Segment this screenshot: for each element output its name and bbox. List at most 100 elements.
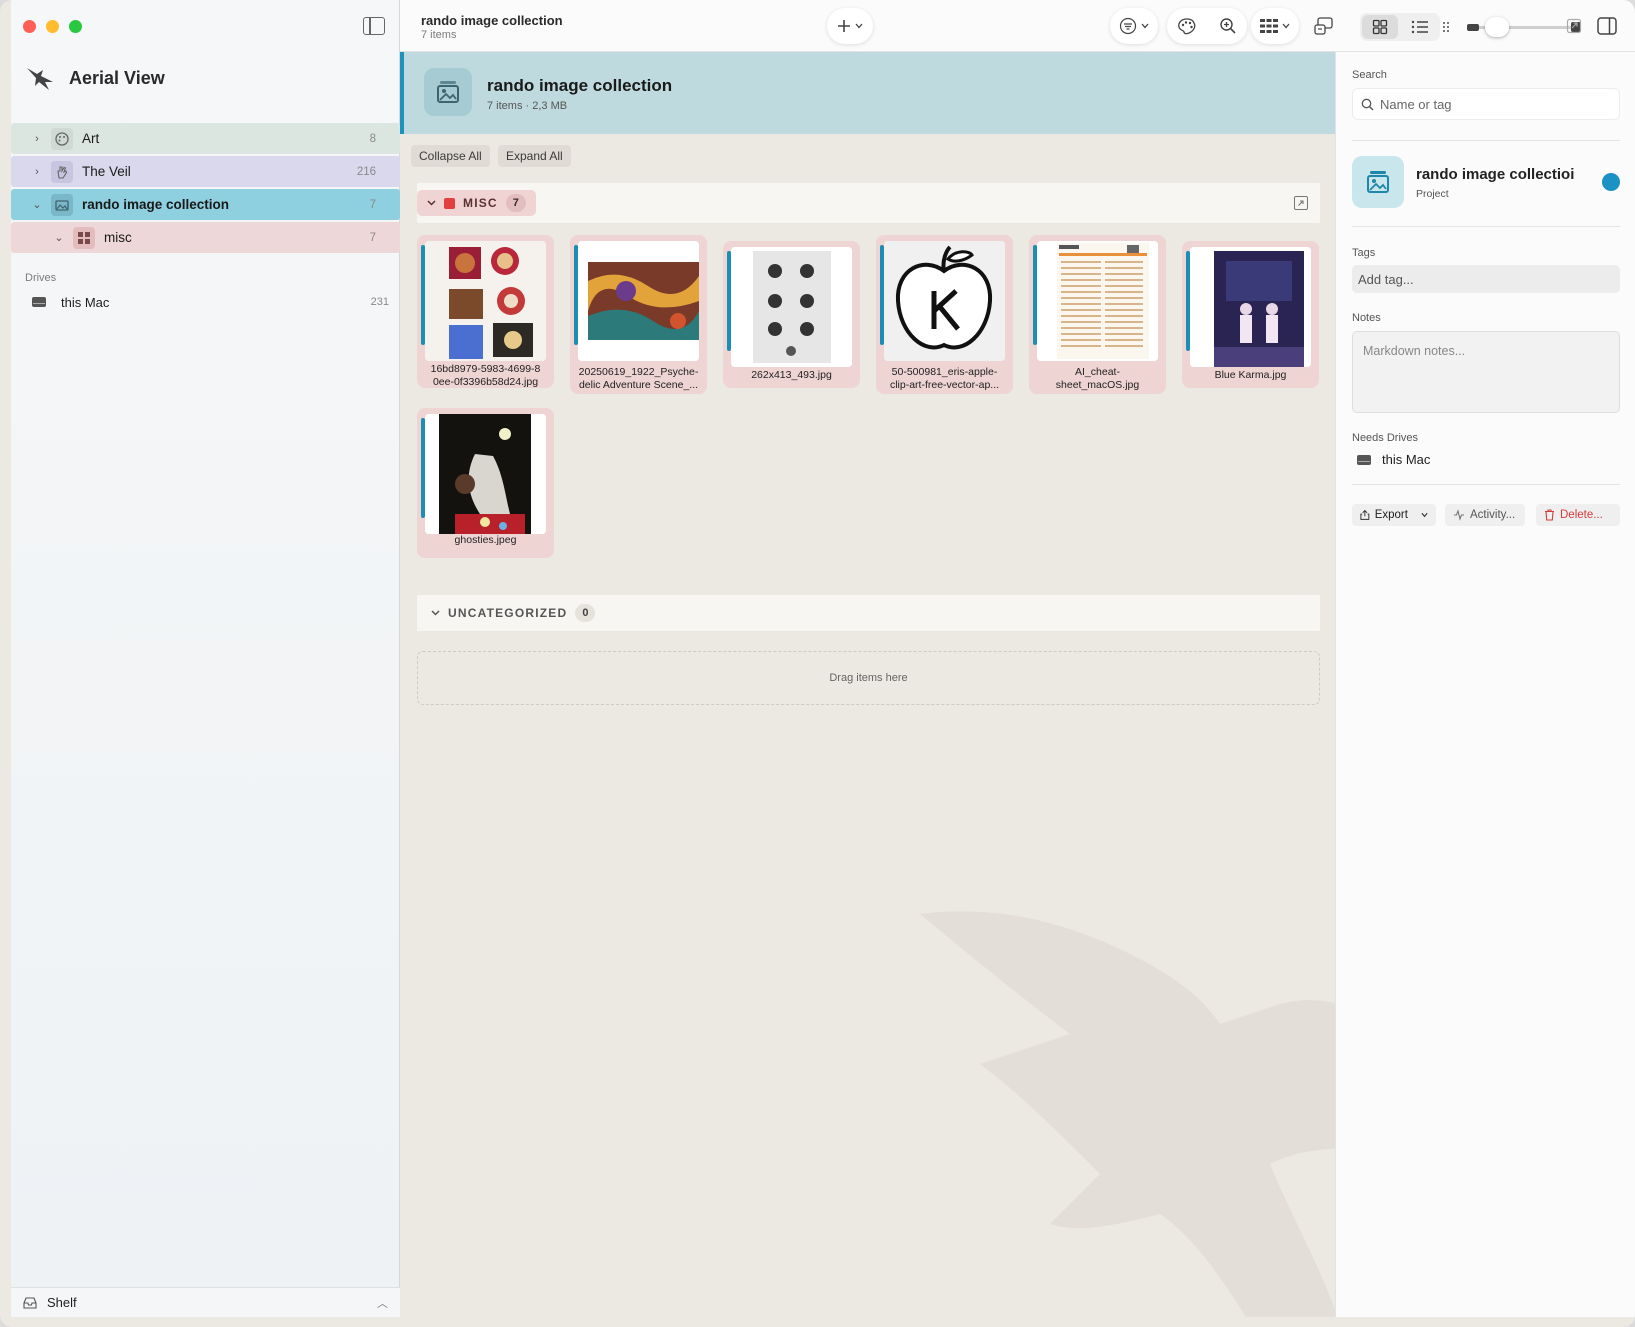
shelf-bar[interactable]: Shelf ︿ (11, 1287, 400, 1317)
item-thumbnail (578, 241, 699, 361)
minimize-window-button[interactable] (46, 20, 59, 33)
notes-label: Notes (1352, 312, 1381, 324)
grid-icon (73, 226, 95, 249)
item-accent-bar (1033, 245, 1037, 345)
sidebar-item-art[interactable]: › Art 8 (11, 123, 400, 154)
brand: Aerial View (25, 62, 165, 94)
notes-textarea[interactable] (1352, 331, 1620, 413)
item-thumbnail (884, 241, 1005, 361)
group-header-uncategorized[interactable]: UNCATEGORIZED 0 (417, 595, 1320, 631)
add-tag-input[interactable] (1352, 265, 1620, 293)
list-view-button[interactable] (1402, 15, 1438, 39)
sidebar-item-rando-image-collection[interactable]: ⌄ rando image collection 7 (11, 189, 400, 220)
slider-thumb[interactable] (1485, 17, 1509, 37)
close-window-button[interactable] (23, 20, 36, 33)
group-header-misc: MISC 7 (417, 183, 1320, 223)
chevron-right-icon[interactable]: › (29, 166, 45, 178)
delete-label: Delete... (1560, 509, 1603, 521)
chevron-right-icon[interactable]: › (29, 133, 45, 145)
item-card[interactable]: ghosties.jpeg (417, 408, 554, 558)
open-external-icon[interactable] (1566, 18, 1582, 34)
window-controls (23, 20, 82, 33)
zoom-in-icon[interactable] (1219, 17, 1237, 35)
activity-label: Activity... (1470, 509, 1516, 521)
item-caption: 262x413_493.jpg (727, 369, 856, 382)
sidebar-item-misc[interactable]: ⌄ misc 7 (11, 222, 400, 253)
sidebar-item-label: misc (104, 230, 132, 245)
drop-zone[interactable]: Drag items here (417, 651, 1320, 705)
sidebar-toggle-icon[interactable] (363, 17, 385, 35)
group-by-menu-button[interactable] (1251, 8, 1299, 44)
export-button[interactable]: Export (1352, 504, 1436, 526)
project-tree: › Art 8 › The Veil 216 ⌄ rando image col… (11, 123, 400, 255)
open-group-icon[interactable] (1294, 196, 1308, 210)
inspector-toggle-icon[interactable] (1597, 17, 1617, 35)
chevron-down-icon[interactable]: ⌄ (29, 198, 45, 211)
sidebar-item-the-veil[interactable]: › The Veil 216 (11, 156, 400, 187)
view-toolbar (1335, 0, 1635, 52)
image-stack-icon (51, 193, 73, 216)
item-accent-bar (574, 245, 578, 345)
item-card[interactable]: AI_cheat- sheet_macOS.jpg (1029, 235, 1166, 394)
delete-button[interactable]: Delete... (1536, 504, 1620, 526)
project-header: rando image collection 7 items · 2,3 MB (400, 52, 1335, 134)
group-chip-misc[interactable]: MISC 7 (417, 190, 536, 216)
sidebar-item-label: Art (82, 131, 100, 146)
needed-drive-label: this Mac (1382, 452, 1431, 467)
add-menu-button[interactable] (827, 8, 873, 44)
item-caption-line: 262x413_493.jpg (751, 369, 832, 381)
image-stack-icon (1352, 156, 1404, 208)
item-count: 7 (369, 231, 376, 244)
inspector-project-name: rando image collectioi (1416, 166, 1575, 183)
grid-view-button[interactable] (1362, 15, 1398, 39)
item-caption-line: 16bd8979-5983-4699-8 (430, 363, 541, 375)
item-caption-line: delic Adventure Scene_... (578, 379, 699, 391)
item-card[interactable]: 50-500981_eris-apple- clip-art-free-vect… (876, 235, 1013, 394)
item-caption: Blue Karma.jpg (1186, 369, 1315, 382)
item-accent-bar (421, 418, 425, 518)
sort-menu-button[interactable] (1110, 8, 1158, 44)
item-card[interactable]: 262x413_493.jpg (723, 241, 860, 388)
activity-button[interactable]: Activity... (1445, 504, 1525, 526)
item-caption-line: 0ee-0f3396b58d24.jpg (432, 376, 539, 388)
share-icon (1360, 509, 1370, 520)
shelf-label: Shelf (47, 1295, 77, 1310)
window-title: rando image collection (421, 13, 563, 28)
project-color-picker[interactable] (1602, 173, 1620, 191)
item-caption-line: Blue Karma.jpg (1214, 369, 1287, 381)
chevron-down-icon[interactable]: ⌄ (51, 231, 67, 244)
item-card[interactable]: 20250619_1922_Psyche- delic Adventure Sc… (570, 235, 707, 394)
collect-button[interactable] (1312, 12, 1336, 40)
group-count-badge: 7 (505, 194, 526, 212)
search-input[interactable] (1380, 96, 1610, 112)
chevron-up-icon[interactable]: ︿ (377, 1295, 388, 1311)
item-caption: 16bd8979-5983-4699-8 0ee-0f3396b58d24.jp… (421, 363, 550, 389)
item-accent-bar (421, 245, 425, 345)
item-caption-line: 20250619_1922_Psyche- (578, 366, 699, 378)
item-accent-bar (1186, 251, 1190, 351)
item-card[interactable]: 16bd8979-5983-4699-8 0ee-0f3396b58d24.jp… (417, 235, 554, 388)
sidebar-drive-this-mac[interactable]: this Mac 231 (31, 291, 389, 313)
expand-all-button[interactable]: Expand All (498, 145, 571, 167)
item-card[interactable]: Blue Karma.jpg (1182, 241, 1319, 388)
item-caption-line: clip-art-free-vector-ap... (889, 379, 1000, 391)
item-count: 7 (369, 198, 376, 211)
drive-label: this Mac (61, 294, 110, 310)
item-caption-line: ghosties.jpeg (454, 534, 517, 546)
item-caption: AI_cheat- sheet_macOS.jpg (1033, 366, 1162, 392)
drives-section-title: Drives (25, 272, 57, 284)
list-view-icon (1411, 20, 1428, 34)
filter-lines-icon (1119, 17, 1137, 35)
brand-title: Aerial View (69, 67, 165, 88)
hand-icon (51, 160, 73, 183)
zoom-window-button[interactable] (69, 20, 82, 33)
collapse-all-button[interactable]: Collapse All (411, 145, 490, 167)
divider (1352, 140, 1620, 141)
chevron-down-icon[interactable] (1421, 512, 1428, 518)
palette-icon[interactable] (1177, 17, 1197, 35)
chevron-down-icon (427, 200, 436, 206)
plus-icon (838, 20, 850, 32)
view-mode-segmented-control (1360, 13, 1440, 41)
inspector-project-kind: Project (1416, 188, 1449, 200)
chevron-down-icon (431, 610, 440, 616)
